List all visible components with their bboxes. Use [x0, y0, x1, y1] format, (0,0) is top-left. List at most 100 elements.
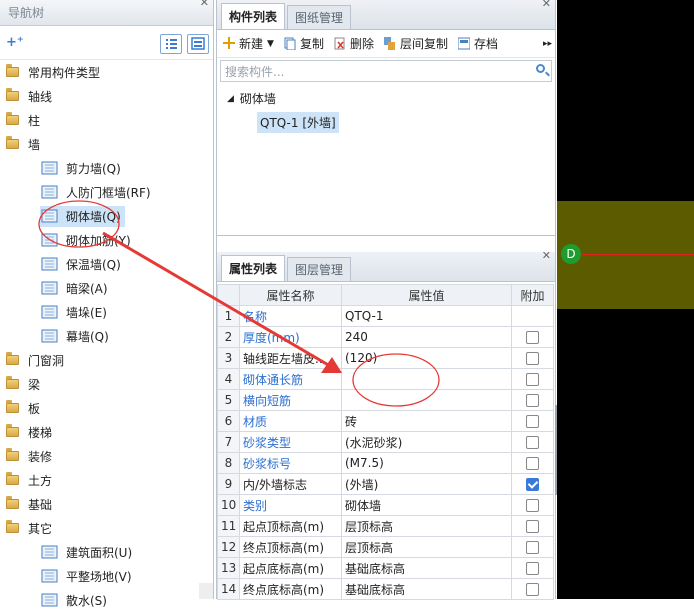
nav-item[interactable]: 常用构件类型: [0, 61, 214, 83]
nav-item[interactable]: 平整场地(V): [0, 565, 214, 587]
property-name: 砌体通长筋: [239, 368, 342, 390]
property-value[interactable]: 砖: [341, 410, 512, 432]
nav-item[interactable]: 人防门框墙(RF): [0, 181, 214, 203]
property-row[interactable]: 7 砂浆类型 (水泥砂浆): [217, 431, 554, 453]
attach-checkbox[interactable]: [526, 478, 539, 491]
attach-checkbox[interactable]: [526, 394, 539, 407]
property-row[interactable]: 1 名称 QTQ-1: [217, 305, 554, 327]
nav-item[interactable]: 剪力墙(Q): [0, 157, 214, 179]
nav-item-label: 梁: [28, 377, 41, 392]
property-value[interactable]: 基础底标高: [341, 557, 512, 579]
attach-checkbox[interactable]: [526, 352, 539, 365]
archive-button[interactable]: 存档: [457, 35, 498, 52]
property-row[interactable]: 9 内/外墙标志 (外墙): [217, 473, 554, 495]
property-value[interactable]: (M7.5): [341, 452, 512, 474]
attach-checkbox[interactable]: [526, 541, 539, 554]
property-row[interactable]: 10 类别 砌体墙: [217, 494, 554, 516]
property-row[interactable]: 3 轴线距左墙皮... (120): [217, 347, 554, 369]
property-value[interactable]: [341, 389, 512, 411]
tab-component-list[interactable]: 构件列表: [221, 3, 286, 29]
close-icon[interactable]: ✕: [542, 0, 551, 10]
nav-item[interactable]: 其它: [0, 517, 214, 539]
expand-all-icon[interactable]: +⁺: [6, 35, 24, 50]
nav-item-label: 墙: [28, 137, 41, 152]
property-value[interactable]: 砌体墙: [341, 494, 512, 516]
nav-item-label: 常用构件类型: [28, 65, 101, 80]
property-value[interactable]: QTQ-1: [341, 305, 512, 327]
property-row[interactable]: 13 起点底标高(m) 基础底标高: [217, 557, 554, 579]
property-row[interactable]: 12 终点顶标高(m) 层顶标高: [217, 536, 554, 558]
nav-item[interactable]: 柱: [0, 109, 214, 131]
collapse-icon[interactable]: ◢: [227, 94, 234, 104]
property-value[interactable]: 240: [341, 326, 512, 348]
tab-property-list[interactable]: 属性列表: [221, 255, 286, 281]
property-value[interactable]: (水泥砂浆): [341, 431, 512, 453]
tab-drawing-management[interactable]: 图纸管理: [287, 5, 352, 29]
scrollbar[interactable]: [199, 583, 213, 599]
search-input[interactable]: 搜索构件...: [220, 60, 552, 82]
grid-view-icon[interactable]: [187, 34, 209, 54]
property-value[interactable]: 层顶标高: [341, 536, 512, 558]
property-value[interactable]: (120): [341, 347, 512, 369]
nav-item[interactable]: 幕墙(Q): [0, 325, 214, 347]
tab-layer-management[interactable]: 图层管理: [287, 257, 352, 281]
civil-defense-door-frame-icon: [40, 184, 60, 200]
nav-item[interactable]: 墙垛(E): [0, 301, 214, 323]
nav-title: 导航树: [8, 6, 45, 20]
attach-checkbox[interactable]: [526, 457, 539, 470]
nav-item-label: 暗梁(A): [66, 281, 108, 296]
masonry-rebar-icon: [40, 232, 60, 248]
nav-item[interactable]: 门窗洞: [0, 349, 214, 371]
nav-item[interactable]: 保温墙(Q): [0, 253, 214, 275]
property-value[interactable]: (外墙): [341, 473, 512, 495]
attach-checkbox[interactable]: [526, 520, 539, 533]
attach-checkbox[interactable]: [526, 331, 539, 344]
nav-item[interactable]: 砌体加筋(Y): [0, 229, 214, 251]
nav-item[interactable]: 基础: [0, 493, 214, 515]
tree-group[interactable]: ◢ 砌体墙: [227, 90, 276, 107]
nav-item-label: 轴线: [28, 89, 53, 104]
property-value[interactable]: 层顶标高: [341, 515, 512, 537]
attach-checkbox[interactable]: [526, 562, 539, 575]
row-index: 4: [217, 368, 240, 390]
attach-checkbox[interactable]: [526, 415, 539, 428]
attach-checkbox[interactable]: [526, 373, 539, 386]
property-grid: 属性名称 属性值 附加 1 名称 QTQ-1 2 厚度(mm) 240 3 轴线距左墙皮...…: [217, 284, 555, 600]
nav-item[interactable]: 楼梯: [0, 421, 214, 443]
archive-label: 存档: [473, 37, 498, 51]
nav-item[interactable]: 梁: [0, 373, 214, 395]
property-row[interactable]: 5 横向短筋: [217, 389, 554, 411]
nav-item[interactable]: 砌体墙(Q): [0, 205, 214, 227]
nav-item[interactable]: 板: [0, 397, 214, 419]
attach-checkbox[interactable]: [526, 499, 539, 512]
folder-icon: [6, 64, 19, 77]
new-button[interactable]: 新建 ▼: [223, 35, 274, 52]
copy-button[interactable]: 复制: [284, 35, 324, 52]
nav-item[interactable]: 墙: [0, 133, 214, 155]
close-icon[interactable]: ✕: [542, 249, 551, 262]
list-view-icon[interactable]: [160, 34, 182, 54]
floor-copy-button[interactable]: 层间复制: [383, 35, 448, 52]
nav-item[interactable]: 土方: [0, 469, 214, 491]
nav-item[interactable]: 装修: [0, 445, 214, 467]
delete-button[interactable]: 删除: [334, 35, 374, 52]
nav-item[interactable]: 暗梁(A): [0, 277, 214, 299]
attach-checkbox[interactable]: [526, 436, 539, 449]
property-value[interactable]: 基础底标高: [341, 578, 512, 600]
component-item[interactable]: QTQ-1 [外墙]: [257, 112, 339, 133]
property-row[interactable]: 4 砌体通长筋: [217, 368, 554, 390]
property-value[interactable]: [341, 368, 512, 390]
attach-checkbox[interactable]: [526, 583, 539, 596]
axis-marker[interactable]: D: [561, 244, 581, 264]
close-icon[interactable]: ✕: [200, 0, 209, 9]
property-row[interactable]: 8 砂浆标号 (M7.5): [217, 452, 554, 474]
row-index: 11: [217, 515, 240, 537]
more-icon[interactable]: ▸▸: [543, 39, 552, 49]
property-row[interactable]: 11 起点顶标高(m) 层顶标高: [217, 515, 554, 537]
nav-item[interactable]: 轴线: [0, 85, 214, 107]
nav-item[interactable]: 散水(S): [0, 589, 214, 611]
property-row[interactable]: 2 厚度(mm) 240: [217, 326, 554, 348]
property-row[interactable]: 6 材质砖: [217, 410, 554, 432]
property-row[interactable]: 14 终点底标高(m) 基础底标高: [217, 578, 554, 600]
nav-item[interactable]: 建筑面积(U): [0, 541, 214, 563]
